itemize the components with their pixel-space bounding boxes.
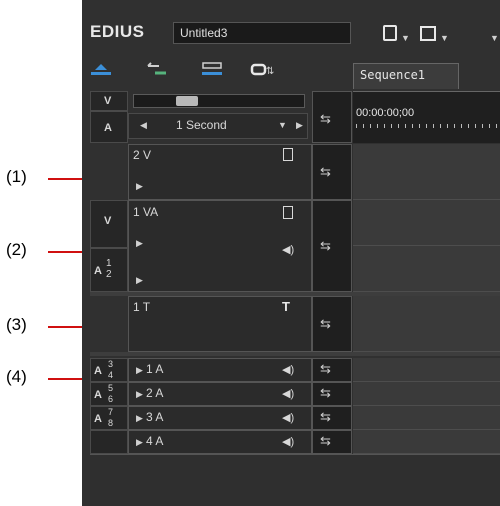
track-name-1t: 1 T	[133, 300, 151, 314]
scale-right-arrow-icon[interactable]: ▶	[296, 120, 303, 131]
timeline-scroll-thumb[interactable]	[176, 96, 198, 106]
timeline-empty-area[interactable]	[90, 454, 500, 506]
sync-lock-1va-button[interactable]	[312, 200, 352, 292]
ripple-mode-icon[interactable]	[200, 62, 224, 78]
speaker-3a-icon[interactable]: ◀︎)	[282, 411, 294, 424]
callout-label-4: (4)	[6, 367, 27, 386]
expand-2a-icon[interactable]: ▶	[136, 389, 143, 400]
track-separator-2	[90, 352, 500, 356]
timecode-value: 00:00:00;00	[356, 107, 415, 119]
sync-lock-all-icon: ⇆	[320, 111, 331, 126]
timeline-scroll-slider[interactable]	[133, 94, 305, 108]
track-mode-icon[interactable]	[89, 62, 113, 78]
tab-sequence1-label: Sequence1	[360, 68, 426, 82]
a-patch-1a-ch4: 4	[108, 370, 114, 380]
track-name-4a: 4 A	[146, 434, 164, 448]
track-name-1a: 1 A	[146, 362, 164, 376]
sync-mode-icon[interactable]	[145, 62, 169, 78]
speaker-2a-icon[interactable]: ◀︎)	[282, 387, 294, 400]
ruler-ticks	[356, 124, 500, 128]
expand-audio-1va-icon[interactable]: ▶	[136, 275, 143, 286]
sync-lock-3a-button[interactable]	[312, 406, 352, 430]
sync-lock-2a-icon: ⇆	[320, 385, 331, 400]
sync-lock-4a-icon: ⇆	[320, 433, 331, 448]
sync-lock-1va-icon: ⇆	[320, 238, 331, 253]
sync-lock-1t-button[interactable]	[312, 296, 352, 352]
scale-left-arrow-icon[interactable]: ◀	[140, 120, 147, 131]
more-toolbar-dropdown-icon[interactable]: ▼	[490, 33, 499, 43]
expand-1a-icon[interactable]: ▶	[136, 365, 143, 376]
a-patch-3a-ch8: 8	[108, 418, 114, 428]
track-name-3a: 3 A	[146, 410, 164, 424]
a-patch-3a-label: A	[94, 413, 102, 425]
svg-text:⇅: ⇅	[266, 66, 274, 77]
new-project-dropdown-icon[interactable]: ▼	[401, 33, 410, 43]
timeline-lane-1va-video[interactable]	[353, 200, 500, 246]
timeline-lane-1a[interactable]	[353, 358, 500, 382]
a-patch-4a[interactable]	[90, 430, 128, 454]
expand-track-2v-icon[interactable]: ▶	[136, 181, 143, 192]
callout-label-3: (3)	[6, 315, 27, 334]
sync-lock-2v-button[interactable]	[312, 144, 352, 200]
app-logo: EDIUS	[90, 22, 145, 41]
a-patch-1va-ch2: 2	[106, 269, 112, 280]
scale-value: 1 Second	[176, 118, 227, 132]
sync-lock-1t-icon: ⇆	[320, 316, 331, 331]
v-patch-label: V	[104, 95, 112, 107]
speaker-4a-icon[interactable]: ◀︎)	[282, 435, 294, 448]
sync-lock-all-button[interactable]	[312, 91, 352, 143]
speaker-1va-icon[interactable]: ◀︎)	[282, 243, 294, 256]
project-name: Untitled3	[180, 26, 228, 40]
sync-lock-2a-button[interactable]	[312, 382, 352, 406]
sync-lock-3a-icon: ⇆	[320, 409, 331, 424]
track-name-2a: 2 A	[146, 386, 164, 400]
expand-3a-icon[interactable]: ▶	[136, 413, 143, 424]
callout-label-2: (2)	[6, 240, 27, 259]
timeline-lane-1va-audio[interactable]	[353, 246, 500, 292]
timeline-lane-3a[interactable]	[353, 406, 500, 430]
title-track-icon: T	[282, 299, 290, 314]
timeline-lane-2v[interactable]	[353, 144, 500, 200]
callout-label-1: (1)	[6, 167, 27, 186]
timeline-lane-2a[interactable]	[353, 382, 500, 406]
link-mode-icon[interactable]: ⇅	[250, 62, 274, 78]
track-name-2v: 2 V	[133, 148, 152, 162]
timeline-lane-4a[interactable]	[353, 430, 500, 454]
timeline-lane-1t[interactable]	[353, 296, 500, 352]
a-patch-1va-label: A	[94, 265, 102, 277]
sync-lock-4a-button[interactable]	[312, 430, 352, 454]
new-project-icon[interactable]	[383, 25, 397, 41]
a-patch-label: A	[104, 122, 112, 134]
track-name-1va: 1 VA	[133, 205, 159, 219]
sync-lock-1a-icon: ⇆	[320, 361, 331, 376]
scale-dropdown-icon[interactable]: ▼	[278, 120, 287, 130]
speaker-1a-icon[interactable]: ◀︎)	[282, 363, 294, 376]
a-patch-2a-ch6: 6	[108, 394, 114, 404]
save-dropdown-icon[interactable]: ▼	[440, 33, 449, 43]
expand-video-1va-icon[interactable]: ▶	[136, 238, 143, 249]
sync-lock-2v-icon: ⇆	[320, 164, 331, 179]
expand-4a-icon[interactable]: ▶	[136, 437, 143, 448]
a-patch-1a-label: A	[94, 365, 102, 377]
display-toggle-1va-icon[interactable]	[283, 206, 293, 219]
save-icon[interactable]	[420, 26, 436, 41]
display-toggle-icon[interactable]	[283, 148, 293, 161]
v-patch-1va-label: V	[104, 215, 112, 227]
sync-lock-1a-button[interactable]	[312, 358, 352, 382]
a-patch-2a-label: A	[94, 389, 102, 401]
